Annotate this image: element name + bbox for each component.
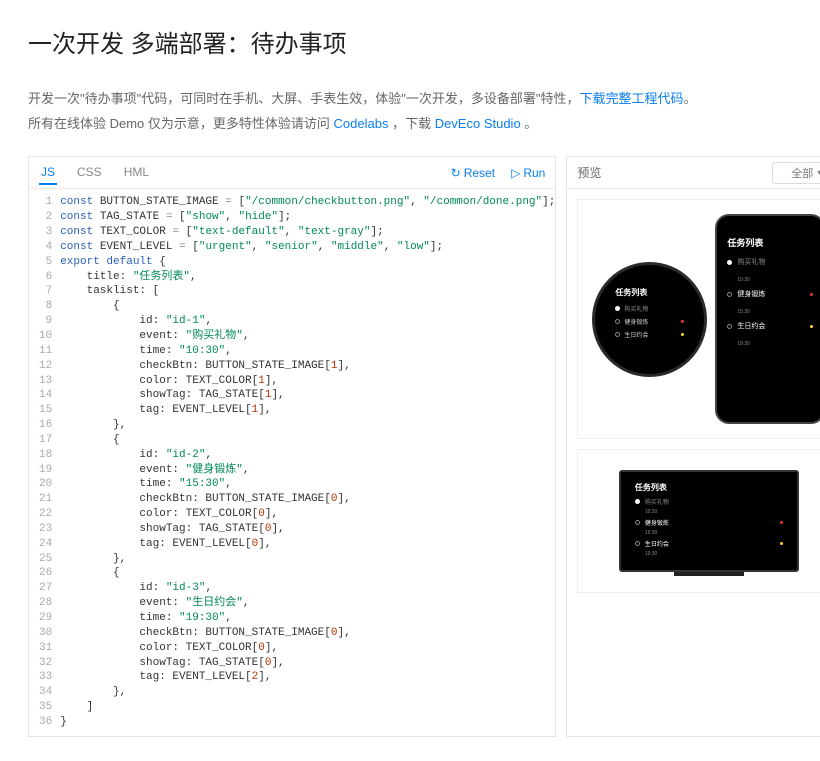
deveco-link[interactable]: DevEco Studio [435,116,521,131]
device-phone: 任务列表 购买礼物 10:30 健身锻炼 15:30 生日约会 19:30 [715,214,820,424]
device-watch: 任务列表 购买礼物 健身锻炼 生日约会 [592,262,707,377]
preview-panel: 预览 全部 ▾ 任务列表 购买礼物 健身锻炼 生日约会 任务列表 购 [566,156,820,736]
reset-button[interactable]: ↻ Reset [451,166,495,180]
codelabs-link[interactable]: Codelabs [334,116,389,131]
page-title: 一次开发 多端部署：待办事项 [28,24,792,59]
desc-text-2: 所有在线体验 Demo 仅为示意，更多特性体验请访问 [28,116,334,131]
editor-panel: JS CSS HML ↻ Reset ▷ Run 12345678910111 [28,156,556,736]
tab-js[interactable]: JS [39,161,57,185]
desc-text-1: 开发一次"待办事项"代码，可同时在手机、大屏、手表生效，体验"一次开发，多设备部… [28,91,579,106]
run-icon: ▷ [511,166,520,180]
tab-css[interactable]: CSS [75,161,104,185]
download-code-link[interactable]: 下载完整工程代码 [579,91,683,106]
code-content: const BUTTON_STATE_IMAGE = ["/common/che… [60,195,555,729]
reset-icon: ↻ [451,166,461,180]
tab-hml[interactable]: HML [122,161,151,185]
code-editor[interactable]: 1234567891011121314151617181920212223242… [29,189,555,735]
run-button[interactable]: ▷ Run [511,166,545,180]
preview-label: 预览 [577,164,601,181]
description: 开发一次"待办事项"代码，可同时在手机、大屏、手表生效，体验"一次开发，多设备部… [28,87,792,136]
device-select[interactable]: 全部 ▾ [772,162,820,184]
device-tv: 任务列表 购买礼物 10:30 健身锻炼 15:30 生日约会 19:30 [619,470,799,572]
line-gutter: 1234567891011121314151617181920212223242… [29,195,60,729]
